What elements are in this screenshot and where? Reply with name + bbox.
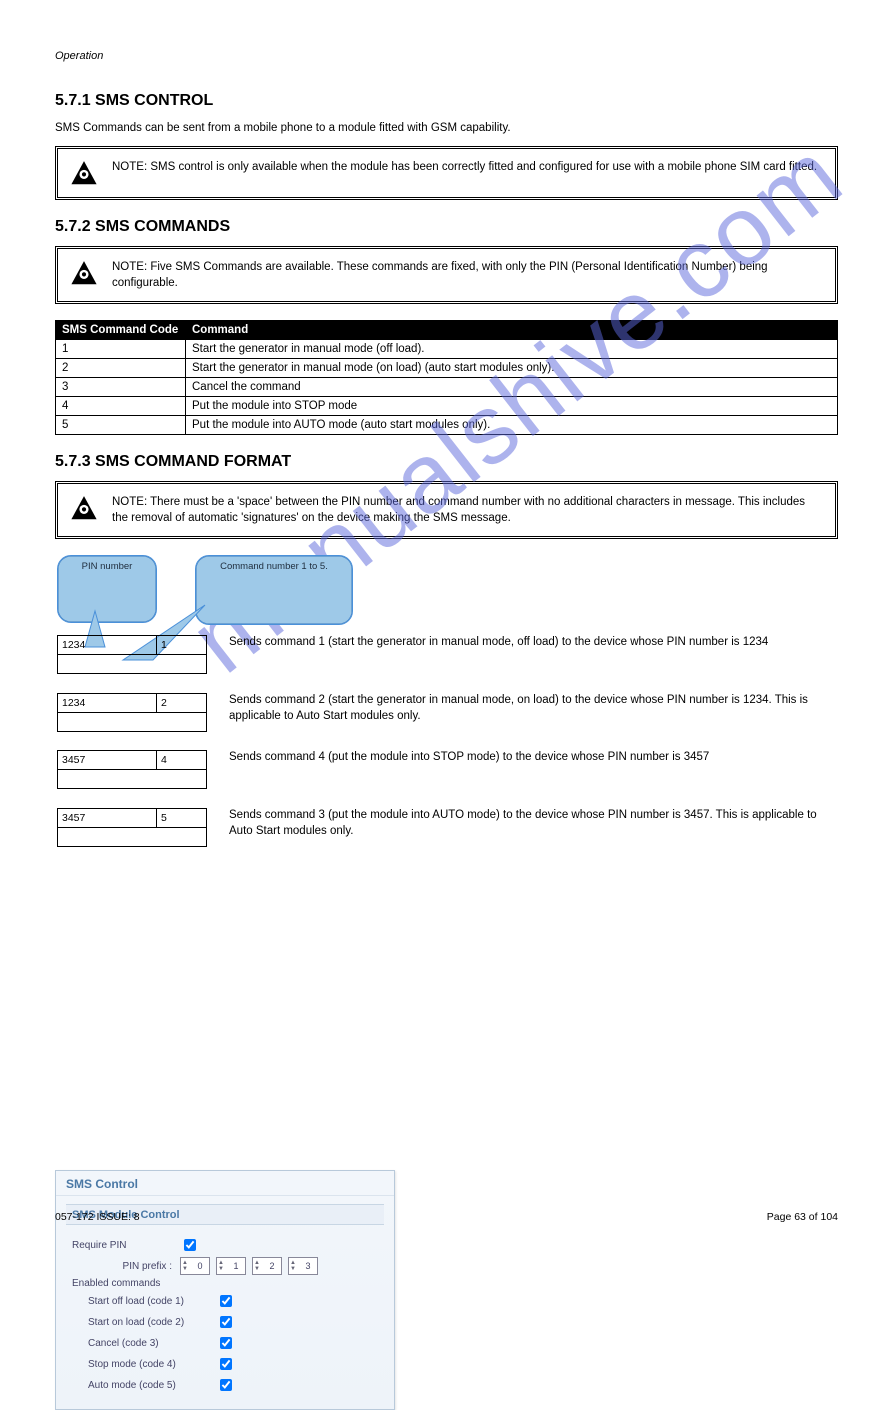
enabled-command-label: Start on load (code 2): [88, 1317, 208, 1328]
note-text-3: NOTE: There must be a 'space' between th…: [112, 494, 823, 526]
table-row: 1Start the generator in manual mode (off…: [56, 340, 838, 359]
example-row-2: 12342: [57, 693, 207, 732]
enabled-command-checkbox-1[interactable]: [220, 1295, 232, 1307]
pin-digit-2[interactable]: ▲▼2: [252, 1257, 282, 1275]
require-pin-checkbox[interactable]: [184, 1239, 196, 1251]
footer-center: [140, 1211, 767, 1223]
note-text-1: NOTE: SMS control is only available when…: [112, 159, 817, 175]
note-box-1: NOTE: SMS control is only available when…: [55, 146, 838, 200]
enabled-command-label: Start off load (code 1): [88, 1296, 208, 1307]
table-row: 4Put the module into STOP mode: [56, 397, 838, 416]
intro-text: SMS Commands can be sent from a mobile p…: [55, 120, 838, 136]
col-header-code: SMS Command Code: [56, 321, 186, 340]
enabled-command-row: Start on load (code 2): [88, 1313, 378, 1331]
heading-sms-format: 5.7.3 SMS COMMAND FORMAT: [55, 453, 838, 471]
heading-sms-commands: 5.7.2 SMS COMMANDS: [55, 218, 838, 236]
warning-icon: [70, 259, 98, 287]
warning-icon: [70, 159, 98, 187]
enabled-command-row: Cancel (code 3): [88, 1334, 378, 1352]
footer-left: 057-172 ISSUE: 8: [55, 1211, 140, 1223]
enabled-command-checkbox-4[interactable]: [220, 1358, 232, 1370]
example-row-4: 34575: [57, 808, 207, 847]
enabled-command-label: Stop mode (code 4): [88, 1359, 208, 1370]
enabled-command-checkbox-3[interactable]: [220, 1337, 232, 1349]
sms-control-panel: SMS Control SMS Module Control Require P…: [55, 1170, 395, 1410]
example-row-3: 34574: [57, 750, 207, 789]
pin-digit-3[interactable]: ▲▼3: [288, 1257, 318, 1275]
warning-icon: [70, 494, 98, 522]
col-header-command: Command: [186, 321, 838, 340]
table-row: 3Cancel the command: [56, 378, 838, 397]
enabled-command-row: Stop mode (code 4): [88, 1355, 378, 1373]
sms-panel-title: SMS Control: [56, 1171, 394, 1196]
example-row-1: 12341: [57, 635, 207, 674]
enabled-command-checkbox-5[interactable]: [220, 1379, 232, 1391]
enabled-command-label: Cancel (code 3): [88, 1338, 208, 1349]
note-text-2: NOTE: Five SMS Commands are available. T…: [112, 259, 823, 291]
example-area: PIN number Command number 1 to 5. 12341 …: [55, 555, 838, 855]
enabled-command-checkbox-2[interactable]: [220, 1316, 232, 1328]
example-desc-2: Sends command 2 (start the generator in …: [229, 693, 829, 724]
commands-table: SMS Command Code Command 1Start the gene…: [55, 320, 838, 435]
note-box-3: NOTE: There must be a 'space' between th…: [55, 481, 838, 539]
enabled-command-row: Start off load (code 1): [88, 1292, 378, 1310]
enabled-command-row: Auto mode (code 5): [88, 1376, 378, 1394]
example-desc-1: Sends command 1 (start the generator in …: [229, 635, 829, 651]
header-left: Operation: [55, 50, 103, 62]
pin-digit-1[interactable]: ▲▼1: [216, 1257, 246, 1275]
require-pin-label: Require PIN: [72, 1240, 172, 1251]
table-row: 2Start the generator in manual mode (on …: [56, 359, 838, 378]
heading-sms-control: 5.7.1 SMS CONTROL: [55, 92, 838, 110]
page-footer: 057-172 ISSUE: 8 Page 63 of 104: [55, 1211, 838, 1223]
footer-right: Page 63 of 104: [767, 1211, 838, 1223]
note-box-2: NOTE: Five SMS Commands are available. T…: [55, 246, 838, 304]
pin-digit-0[interactable]: ▲▼0: [180, 1257, 210, 1275]
enabled-commands-label: Enabled commands: [72, 1278, 160, 1289]
enabled-command-label: Auto mode (code 5): [88, 1380, 208, 1391]
example-desc-3: Sends command 4 (put the module into STO…: [229, 750, 829, 766]
example-desc-4: Sends command 3 (put the module into AUT…: [229, 808, 829, 839]
table-row: 5Put the module into AUTO mode (auto sta…: [56, 416, 838, 435]
